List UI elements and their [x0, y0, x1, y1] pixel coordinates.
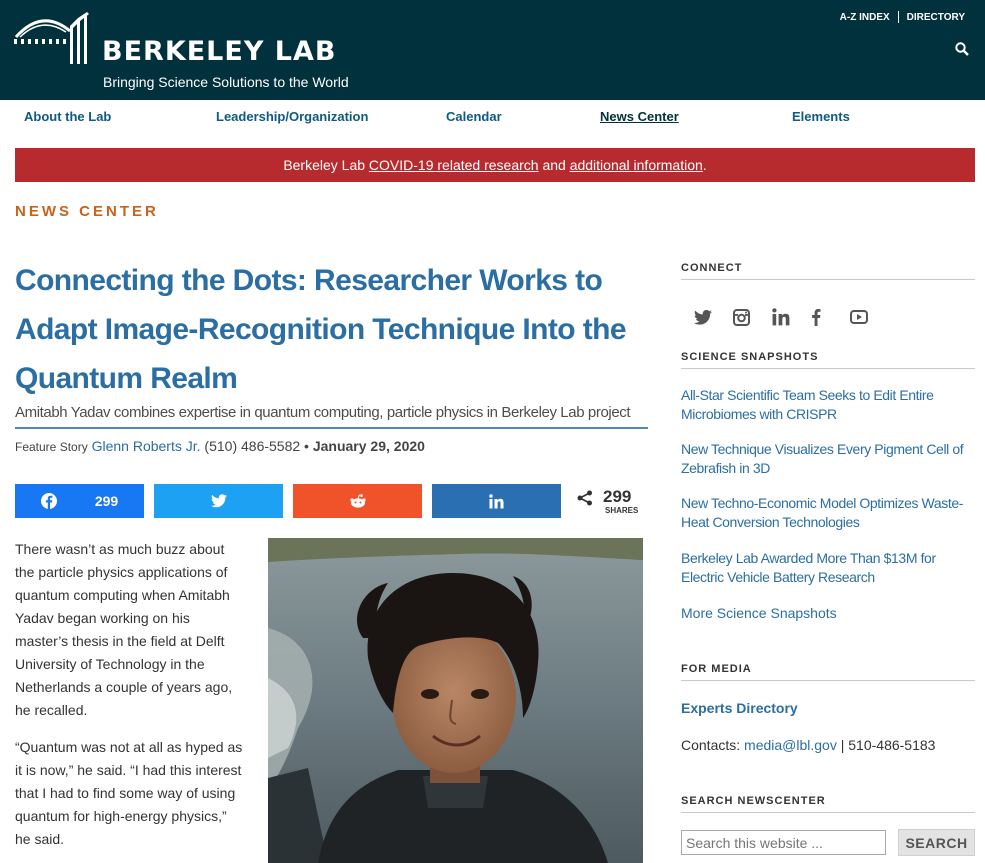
- site-header: BERKELEY LAB Bringing Science Solutions …: [0, 0, 985, 100]
- facebook-share-count: 299: [94, 493, 119, 509]
- berkeley-lab-logo-icon[interactable]: [12, 10, 94, 66]
- nav-elements[interactable]: Elements: [792, 109, 850, 124]
- snapshot-link[interactable]: Berkeley Lab Awarded More Than $13M for …: [681, 549, 975, 587]
- article-byline: Feature Story Glenn Roberts Jr. (510) 48…: [15, 438, 425, 454]
- site-title[interactable]: BERKELEY LAB: [102, 36, 336, 67]
- reddit-share-button[interactable]: [293, 484, 422, 518]
- twitter-icon[interactable]: [694, 306, 733, 328]
- more-science-snapshots-link[interactable]: More Science Snapshots: [681, 605, 837, 621]
- twitter-icon: [210, 494, 227, 508]
- alert-mid: and: [538, 157, 570, 173]
- article-body: There wasn’t as much buzz about the part…: [15, 538, 245, 863]
- snapshot-link[interactable]: New Technique Visualizes Every Pigment C…: [681, 440, 975, 478]
- facebook-share-button[interactable]: 299: [15, 484, 144, 518]
- utility-divider: [897, 11, 899, 23]
- nav-about-the-lab[interactable]: About the Lab: [24, 109, 111, 124]
- share-total-count: 299: [603, 487, 632, 506]
- facebook-icon: [40, 493, 57, 509]
- instagram-icon[interactable]: [733, 306, 772, 328]
- article-paragraph: There wasn’t as much buzz about the part…: [15, 541, 233, 718]
- alert-prefix: Berkeley Lab: [283, 157, 369, 173]
- author-phone: (510) 486-5582 •: [200, 438, 309, 454]
- share-total: 299 SHARES: [577, 486, 647, 518]
- article-date: January 29, 2020: [312, 438, 425, 454]
- science-snapshots-heading: SCIENCE SNAPSHOTS: [681, 351, 975, 369]
- linkedin-share-button[interactable]: [432, 484, 561, 518]
- search-icon[interactable]: [955, 42, 969, 56]
- byline-kind: Feature Story: [15, 440, 88, 454]
- twitter-share-button[interactable]: [154, 484, 283, 518]
- article-headline: Connecting the Dots: Researcher Works to…: [15, 264, 627, 395]
- article-subhead: Amitabh Yadav combines expertise in quan…: [15, 404, 648, 429]
- media-phone: | 510-486-5183: [836, 737, 936, 753]
- youtube-icon[interactable]: [850, 306, 889, 328]
- section-label[interactable]: NEWS CENTER: [15, 203, 159, 220]
- search-button[interactable]: SEARCH: [898, 829, 975, 856]
- share-icon: [577, 490, 592, 506]
- linkedin-icon: [489, 493, 504, 508]
- covid-research-link[interactable]: COVID-19 related research: [369, 157, 539, 173]
- share-total-label: SHARES: [605, 506, 639, 515]
- connect-heading: CONNECT: [681, 262, 975, 280]
- alert-suffix: .: [702, 157, 707, 173]
- article-photo: [268, 538, 643, 863]
- site-tagline: Bringing Science Solutions to the World: [103, 74, 349, 90]
- reddit-icon: [349, 494, 366, 508]
- contacts-label: Contacts:: [681, 737, 745, 753]
- snapshot-link[interactable]: All-Star Scientific Team Seeks to Edit E…: [681, 386, 975, 424]
- media-contacts: Contacts: media@lbl.gov | 510-486-5183: [681, 737, 935, 753]
- media-email-link[interactable]: media@lbl.gov: [744, 737, 837, 753]
- directory-link[interactable]: DIRECTORY: [907, 12, 965, 23]
- linkedin-icon[interactable]: [772, 306, 811, 328]
- snapshot-link[interactable]: New Techno-Economic Model Optimizes Wast…: [681, 494, 975, 532]
- main-nav: About the Lab Leadership/Organization Ca…: [0, 100, 985, 136]
- article-paragraph: “Quantum was not at all as hyped as it i…: [15, 739, 243, 847]
- experts-directory-link[interactable]: Experts Directory: [681, 700, 798, 716]
- social-links: [694, 306, 889, 328]
- author-link[interactable]: Glenn Roberts Jr.: [92, 438, 201, 454]
- newscenter-search-input[interactable]: [681, 830, 886, 855]
- nav-leadership-organization[interactable]: Leadership/Organization: [216, 109, 368, 124]
- nav-news-center[interactable]: News Center: [600, 109, 679, 124]
- facebook-icon[interactable]: [811, 306, 850, 328]
- for-media-heading: FOR MEDIA: [681, 663, 975, 681]
- utility-nav: A-Z INDEX DIRECTORY: [840, 11, 965, 23]
- additional-information-link[interactable]: additional information: [570, 157, 703, 173]
- az-index-link[interactable]: A-Z INDEX: [840, 12, 890, 23]
- nav-calendar[interactable]: Calendar: [446, 109, 502, 124]
- covid-alert-banner: Berkeley Lab COVID-19 related research a…: [15, 148, 975, 182]
- search-newscenter-heading: SEARCH NEWSCENTER: [681, 795, 975, 813]
